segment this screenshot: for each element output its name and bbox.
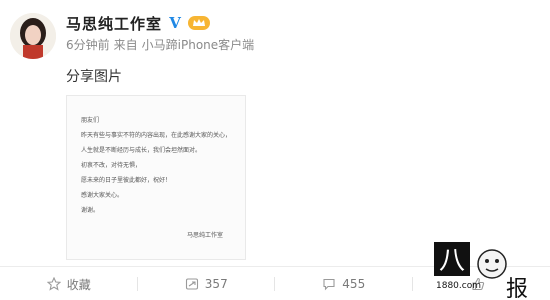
- comment-count: 455: [342, 277, 366, 291]
- verified-icon: V: [169, 14, 181, 32]
- repost-button[interactable]: 357: [138, 268, 276, 300]
- repost-icon: [185, 278, 198, 290]
- letter-signature: 马思纯工作室: [186, 232, 223, 239]
- letter-line: 昨天有些与事实不符的内容出现，在此感谢大家的关心，: [81, 132, 232, 139]
- letter-line: 人生就是不断经历与成长，我们会坦然面对。: [81, 147, 202, 154]
- author-line: 马思纯工作室 V: [66, 12, 211, 34]
- bagua-watermark-logo: 八 1880.com 报: [434, 242, 528, 298]
- letter-line: 感谢大家关心。: [81, 192, 124, 199]
- favorite-label: 收藏: [66, 277, 91, 292]
- letter-greeting: 朋友们: [81, 117, 100, 124]
- post-time: 6分钟前: [66, 38, 110, 52]
- post-meta: 6分钟前 来自 小马蹄iPhone客户端: [66, 36, 254, 53]
- post-text: 分享图片: [66, 69, 122, 85]
- letter-line: 愿未来的日子里彼此都好，祝好！: [81, 177, 172, 184]
- post-image[interactable]: 朋友们 昨天有些与事实不符的内容出现，在此感谢大家的关心， 人生就是不断经历与成…: [66, 95, 246, 260]
- svg-text:报: 报: [506, 277, 528, 298]
- svg-text:八: 八: [439, 246, 465, 276]
- avatar-photo: [10, 13, 56, 59]
- author-name[interactable]: 马思纯工作室: [66, 13, 162, 34]
- vip-badge-icon: [188, 16, 211, 30]
- svg-text:1880.com: 1880.com: [436, 281, 481, 291]
- author-avatar[interactable]: [10, 13, 56, 59]
- letter-line: 初衷不改，对待无惧，: [81, 162, 142, 169]
- repost-count: 357: [204, 277, 228, 291]
- favorite-button[interactable]: 收藏: [0, 268, 138, 300]
- client-link[interactable]: 小马蹄iPhone客户端: [142, 36, 255, 53]
- source-prefix: 来自: [113, 38, 138, 52]
- letter-line: 谢谢。: [81, 207, 100, 214]
- comment-icon: [323, 278, 335, 291]
- letter-body: 朋友们 昨天有些与事实不符的内容出现，在此感谢大家的关心， 人生就是不断经历与成…: [81, 116, 241, 221]
- star-icon: [46, 277, 61, 291]
- comment-button[interactable]: 455: [275, 268, 413, 300]
- weibo-post: 马思纯工作室 V 6分钟前 来自 小马蹄iPhone客户端 分享图片 朋友们 昨…: [0, 0, 550, 300]
